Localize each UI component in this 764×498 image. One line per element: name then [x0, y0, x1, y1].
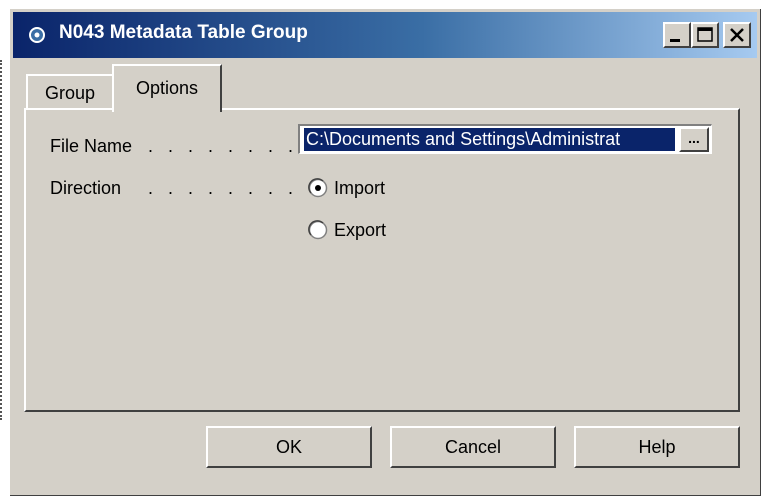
app-icon: [29, 27, 45, 43]
window-title: N043 Metadata Table Group: [59, 22, 308, 43]
direction-leader-dots: . . . . . . . .: [148, 178, 299, 198]
cancel-button[interactable]: Cancel: [390, 426, 556, 468]
ok-button[interactable]: OK: [206, 426, 372, 468]
radio-export[interactable]: [308, 220, 328, 240]
background-dotted-edge: [0, 60, 4, 420]
tab-options-joint: [114, 108, 220, 111]
tab-options[interactable]: Options: [112, 64, 222, 112]
radio-import[interactable]: [308, 178, 328, 198]
radio-export-label[interactable]: Export: [334, 220, 386, 241]
direction-label: Direction: [50, 178, 122, 198]
tab-group[interactable]: Group: [26, 74, 114, 110]
minimize-button[interactable]: [663, 22, 691, 48]
file-name-leader-dots: . . . . . . . .: [148, 136, 299, 156]
maximize-icon: [697, 27, 713, 42]
browse-button[interactable]: ...: [679, 127, 709, 152]
file-name-value: C:\Documents and Settings\Administrat: [304, 128, 675, 151]
maximize-button[interactable]: [691, 22, 719, 48]
close-button[interactable]: [723, 22, 751, 48]
radio-import-label[interactable]: Import: [334, 178, 385, 199]
file-name-input[interactable]: C:\Documents and Settings\Administrat ..…: [298, 124, 712, 154]
title-bar[interactable]: N043 Metadata Table Group: [13, 12, 757, 58]
help-button[interactable]: Help: [574, 426, 740, 468]
minimize-icon: [670, 39, 680, 42]
file-name-label: File Name: [50, 136, 133, 156]
close-icon: [730, 28, 744, 42]
